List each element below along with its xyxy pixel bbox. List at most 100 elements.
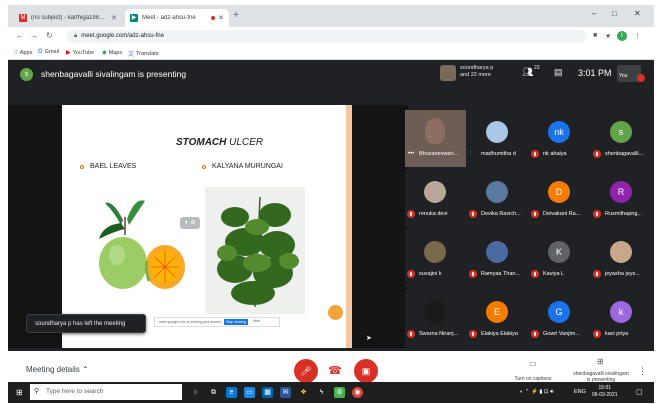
participant-name: Ramyaa Than... — [481, 271, 521, 277]
bookmark-youtube[interactable]: ▶ YouTube — [66, 49, 94, 57]
muted-mic-icon — [593, 270, 601, 278]
participant-tile[interactable]: D Deivakani Ra... — [529, 170, 590, 227]
file-explorer-icon[interactable]: ▭ — [244, 387, 255, 398]
browser-tab-bar: M (no subject) - karthiga1982019@g ✕ ▶ M… — [8, 5, 654, 27]
participant-name: Rusmithapng... — [605, 211, 642, 217]
screen-share-banner: meet.google.com is sharing your screen. … — [154, 317, 280, 327]
participant-tile[interactable]: nk nk ahalya — [529, 110, 590, 167]
maps-icon: ◆ — [102, 50, 107, 56]
participant-name: shenbagavalli... — [605, 151, 644, 157]
gmail-icon: M — [19, 14, 27, 22]
forward-arrow-icon[interactable]: → — [30, 31, 38, 40]
tab-gmail[interactable]: M (no subject) - karthiga1982019@g ✕ — [14, 9, 122, 27]
reload-icon[interactable]: ↻ — [46, 31, 53, 40]
participant-avatar: E — [486, 301, 508, 323]
participant-avatar — [486, 121, 508, 143]
slide-title: STOMACH ULCER — [176, 137, 264, 148]
microphone-off-button[interactable]: 🎤︎ — [294, 359, 318, 383]
minimize-button[interactable]: – — [592, 9, 596, 18]
task-view-icon[interactable]: ⧉ — [208, 387, 219, 398]
hide-banner-button[interactable]: Hide — [253, 319, 260, 323]
chrome-icon[interactable]: ◉ — [352, 387, 363, 398]
app-window: M (no subject) - karthiga1982019@g ✕ ▶ M… — [8, 5, 654, 403]
tab-close-icon[interactable]: ✕ — [111, 14, 117, 22]
translate-icon: 文 — [128, 52, 135, 58]
menu-kebab-icon[interactable]: ⋮ — [634, 32, 641, 40]
participant-tile[interactable]: Swarna Niranj... — [405, 290, 466, 347]
url-field[interactable]: 🔒︎ meet.google.com/adz-ahsu-fne — [66, 30, 586, 43]
participant-name: Gowri Vanjim... — [543, 331, 580, 337]
chat-icon[interactable]: ▤ — [554, 67, 563, 78]
windows-start-icon[interactable]: ⊞ — [16, 388, 23, 397]
captions-icon[interactable]: ▭ — [529, 359, 537, 368]
tab-close-icon[interactable]: ✕ — [218, 14, 224, 22]
meeting-details-button[interactable]: Meeting details ⌃ — [26, 365, 89, 374]
notification-center-icon[interactable]: ▢ — [636, 388, 643, 396]
store-icon[interactable]: ▦ — [262, 387, 273, 398]
mouse-cursor-icon: ➤ — [366, 335, 372, 342]
speaking-indicator-icon: ⁞ — [470, 151, 472, 157]
participant-tile[interactable]: K Kaviya L — [529, 230, 590, 287]
meet-icon: ▶ — [130, 14, 138, 22]
presenter-label: shenbagavalli sivalingam is presenting — [41, 69, 187, 79]
muted-mic-icon — [407, 270, 415, 278]
star-icon[interactable]: ★ — [605, 32, 611, 40]
taskbar-search-input[interactable]: ⚲ Type here to search — [30, 384, 182, 400]
recording-indicator-icon — [211, 16, 216, 20]
muted-mic-icon — [531, 330, 539, 338]
app-icon[interactable]: ❖ — [298, 387, 309, 398]
participant-tile[interactable]: G Gowri Vanjim... — [529, 290, 590, 347]
muted-mic-icon — [531, 210, 539, 218]
more-options-icon[interactable]: ⋮ — [638, 366, 647, 377]
muted-mic-icon — [469, 330, 477, 338]
participants-grid: ••• Bhuvaneswari... ⁞ madhumitha d nk nk ahal… — [405, 110, 652, 347]
participant-avatar: nk — [548, 121, 570, 143]
hang-up-button[interactable]: ☎︎ — [326, 363, 344, 379]
participant-tile[interactable]: R Rusmithapng... — [591, 170, 652, 227]
self-muted-icon — [637, 74, 645, 82]
participant-name: Devika Ravich... — [481, 211, 521, 217]
bookmark-apps[interactable]: ⁝⁝ Apps — [14, 49, 32, 57]
app-icon[interactable]: ϟ — [316, 387, 327, 398]
participant-avatar — [486, 241, 508, 263]
close-window-button[interactable]: ✕ — [634, 9, 641, 18]
bullet-circle-icon — [80, 164, 84, 169]
google-icon: G — [38, 49, 43, 55]
tab-meet[interactable]: ▶ Meet - adz-ahsu-fne ✕ — [125, 9, 229, 27]
bookmark-maps[interactable]: ◆ Maps — [102, 49, 122, 57]
participant-tile[interactable]: s shenbagavalli... — [591, 110, 652, 167]
others-summary: soundharya p and 22 more — [460, 65, 494, 78]
camera-off-button[interactable]: ▣ — [354, 359, 378, 383]
participant-tile[interactable]: ••• Bhuvaneswari... — [405, 110, 466, 167]
muted-mic-icon — [593, 330, 601, 338]
participant-tile[interactable]: renuka devi — [405, 170, 466, 227]
mail-icon[interactable]: ✉ — [280, 387, 291, 398]
stop-sharing-button[interactable]: Stop sharing — [224, 319, 248, 325]
participant-tile[interactable]: E Elakiya Elakiya — [467, 290, 528, 347]
participant-tile[interactable]: k kavi priya — [591, 290, 652, 347]
present-now-icon[interactable]: ⊞ — [597, 357, 604, 366]
participant-tile[interactable]: suvajini k — [405, 230, 466, 287]
maximize-button[interactable]: □ — [612, 9, 617, 18]
profile-avatar[interactable]: t — [617, 31, 627, 41]
bookmark-gmail[interactable]: G Gmail — [38, 49, 59, 55]
taskbar-clock[interactable]: 15:01 06-03-2021 — [592, 385, 618, 399]
edge-icon[interactable]: e — [226, 387, 237, 398]
participant-tile[interactable]: ⁞ madhumitha d — [467, 110, 528, 167]
system-tray-icons[interactable]: ◐ ⌃ ⚡ ▮ ⊡ 🔊︎ — [520, 389, 554, 396]
input-language[interactable]: ENG — [574, 389, 586, 395]
people-icon[interactable]: 👥︎ — [522, 67, 533, 78]
participant-tile[interactable]: jeyasha jeys... — [591, 230, 652, 287]
app-icon[interactable]: ⚙ — [334, 387, 345, 398]
participant-name: suvajini k — [419, 271, 442, 277]
bookmark-translate[interactable]: 文 Translate — [128, 49, 159, 59]
participant-tile[interactable]: Devika Ravich... — [467, 170, 528, 227]
back-arrow-icon[interactable]: ← — [16, 31, 24, 40]
new-tab-button[interactable]: + — [233, 10, 239, 21]
camera-blocked-icon[interactable]: ■ — [593, 32, 597, 39]
cortana-icon[interactable]: ○ — [190, 387, 201, 398]
participant-avatar: K — [548, 241, 570, 263]
slide-decoration-dot — [328, 305, 343, 320]
participant-tile[interactable]: Ramyaa Than... — [467, 230, 528, 287]
tab-label: Meet - adz-ahsu-fne — [142, 15, 196, 21]
